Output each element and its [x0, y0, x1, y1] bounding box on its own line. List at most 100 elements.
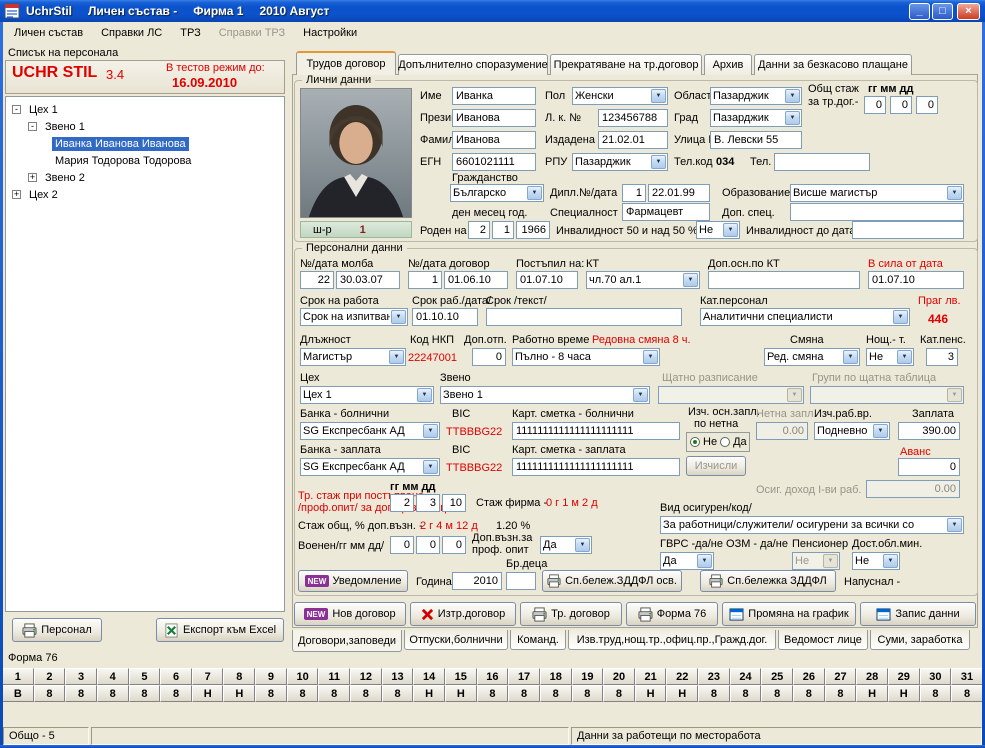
calendar-day-header[interactable]: 28	[856, 668, 888, 685]
calendar-day-value[interactable]: 8	[129, 685, 161, 702]
chevron-down-icon[interactable]	[651, 155, 666, 169]
calendar-day-value[interactable]: Н	[413, 685, 445, 702]
calendar-day-value[interactable]: 8	[730, 685, 762, 702]
entry-service-mm-input[interactable]	[416, 494, 440, 512]
idcard-input[interactable]	[598, 109, 668, 127]
entry-service-dd-input[interactable]	[442, 494, 466, 512]
print-contract-button[interactable]: Тр. договор	[520, 602, 622, 626]
disability-date-input[interactable]	[852, 221, 964, 239]
workshop-select[interactable]: Цех 1	[300, 386, 434, 404]
issued-input[interactable]	[598, 131, 668, 149]
chevron-down-icon[interactable]	[785, 111, 800, 125]
chevron-down-icon[interactable]	[843, 350, 858, 364]
tab-trudov-dogovor[interactable]: Трудов договор	[296, 51, 396, 75]
kt-select[interactable]: чл.70 ал.1	[586, 271, 700, 289]
calendar-day-header[interactable]: 23	[698, 668, 730, 685]
calendar-day-value[interactable]: 8	[318, 685, 350, 702]
specialty-input[interactable]	[622, 203, 710, 221]
add-leave-input[interactable]	[472, 348, 506, 366]
radio-yes[interactable]	[720, 437, 730, 447]
calendar-day-header[interactable]: 26	[793, 668, 825, 685]
military-mm-input[interactable]	[416, 536, 440, 554]
calendar-day-value[interactable]: 8	[97, 685, 129, 702]
contract-no-input[interactable]	[408, 271, 442, 289]
tree-item-label[interactable]: Звено 1	[42, 120, 88, 134]
calendar-day-header[interactable]: 6	[160, 668, 192, 685]
pensioner-select[interactable]: Не	[852, 552, 900, 570]
calendar-day-value[interactable]: 8	[160, 685, 192, 702]
calendar-day-header[interactable]: 10	[287, 668, 319, 685]
addspec-input[interactable]	[790, 203, 964, 221]
calendar-day-header[interactable]: 12	[350, 668, 382, 685]
chevron-down-icon[interactable]	[785, 89, 800, 103]
gvrs-select[interactable]: Да	[660, 552, 714, 570]
calendar-day-value[interactable]: 8	[34, 685, 66, 702]
shift-select[interactable]: Ред. смяна	[764, 348, 860, 366]
calendar-day-value[interactable]: Н	[635, 685, 667, 702]
region-select[interactable]: Пазарджик	[710, 87, 802, 105]
calendar-day-header[interactable]: 16	[477, 668, 509, 685]
advance-input[interactable]	[898, 458, 960, 476]
total-service-dd-input[interactable]	[916, 96, 938, 114]
calendar-day-header[interactable]: 7	[192, 668, 224, 685]
tab-bezkasovo[interactable]: Данни за безкасово плащане	[754, 54, 912, 75]
calendar-day-value[interactable]: Н	[856, 685, 888, 702]
chevron-down-icon[interactable]	[417, 388, 432, 402]
new-contract-button[interactable]: Нов договор	[294, 602, 406, 626]
menu-nastroyki[interactable]: Настройки	[294, 24, 366, 42]
total-service-gg-input[interactable]	[864, 96, 886, 114]
save-data-button[interactable]: Запис данни	[860, 602, 976, 626]
calendar-day-header[interactable]: 24	[730, 668, 762, 685]
chevron-down-icon[interactable]	[873, 424, 888, 438]
chevron-down-icon[interactable]	[683, 273, 698, 287]
bank-sick-select[interactable]: SG Експресбанк АД	[300, 422, 440, 440]
education-select[interactable]: Висше магистър	[790, 184, 964, 202]
chevron-down-icon[interactable]	[633, 388, 648, 402]
calendar-day-header[interactable]: 19	[572, 668, 604, 685]
chevron-down-icon[interactable]	[883, 554, 898, 568]
chevron-down-icon[interactable]	[575, 538, 590, 552]
calendar-day-value[interactable]: Н	[192, 685, 224, 702]
calendar-day-value[interactable]: 8	[65, 685, 97, 702]
rpu-select[interactable]: Пазарджик	[572, 153, 668, 171]
calendar-day-header[interactable]: 13	[382, 668, 414, 685]
calendar-day-header[interactable]: 29	[888, 668, 920, 685]
town-select[interactable]: Пазарджик	[710, 109, 802, 127]
tab-dogovori-zapovedi[interactable]: Договори,заповеди	[292, 630, 402, 652]
entry-service-gg-input[interactable]	[390, 494, 414, 512]
diploma-no-input[interactable]	[622, 184, 646, 202]
chevron-down-icon[interactable]	[893, 310, 908, 324]
chevron-down-icon[interactable]	[391, 310, 406, 324]
born-day-input[interactable]	[468, 221, 490, 239]
calendar-day-value[interactable]: 8	[477, 685, 509, 702]
calendar-day-header[interactable]: 2	[34, 668, 66, 685]
calendar-day-header[interactable]: 22	[666, 668, 698, 685]
street-input[interactable]	[710, 131, 802, 149]
pension-cat-input[interactable]	[926, 348, 958, 366]
term-text-input[interactable]	[486, 308, 682, 326]
tab-vedomost-lice[interactable]: Ведомост лице	[778, 630, 868, 650]
zddfl-button[interactable]: Сп.бележка ЗДДФЛ	[700, 570, 836, 592]
insured-type-select[interactable]: За работници/служители/ осигурени за вси…	[660, 516, 964, 534]
tab-otpuski-bolnichni[interactable]: Отпуски,болнични	[404, 630, 508, 650]
menu-spravki-ls[interactable]: Справки ЛС	[92, 24, 171, 42]
tab-arhiv[interactable]: Архив	[704, 54, 752, 75]
calendar-day-header[interactable]: 27	[825, 668, 857, 685]
calendar-day-value[interactable]: 8	[540, 685, 572, 702]
card-pay-input[interactable]	[512, 458, 680, 476]
calendar-day-value[interactable]: 8	[698, 685, 730, 702]
maximize-button[interactable]: □	[932, 3, 953, 20]
tree-item-ivanka[interactable]: Иванка Иванова Иванова	[6, 135, 284, 152]
notification-button[interactable]: Уведомление	[298, 570, 408, 592]
calendar-day-value[interactable]: В	[2, 685, 34, 702]
tree-item-label[interactable]: Звено 2	[42, 171, 88, 185]
calendar-day-value[interactable]: 8	[951, 685, 983, 702]
calendar-day-value[interactable]: 8	[761, 685, 793, 702]
calendar-day-value[interactable]: Н	[223, 685, 255, 702]
calendar-day-header[interactable]: 15	[445, 668, 477, 685]
surname-input[interactable]	[452, 109, 536, 127]
born-month-input[interactable]	[492, 221, 514, 239]
menu-trz[interactable]: ТРЗ	[171, 24, 209, 42]
citizenship-select[interactable]: Българско	[450, 184, 544, 202]
calendar-day-header[interactable]: 31	[951, 668, 983, 685]
